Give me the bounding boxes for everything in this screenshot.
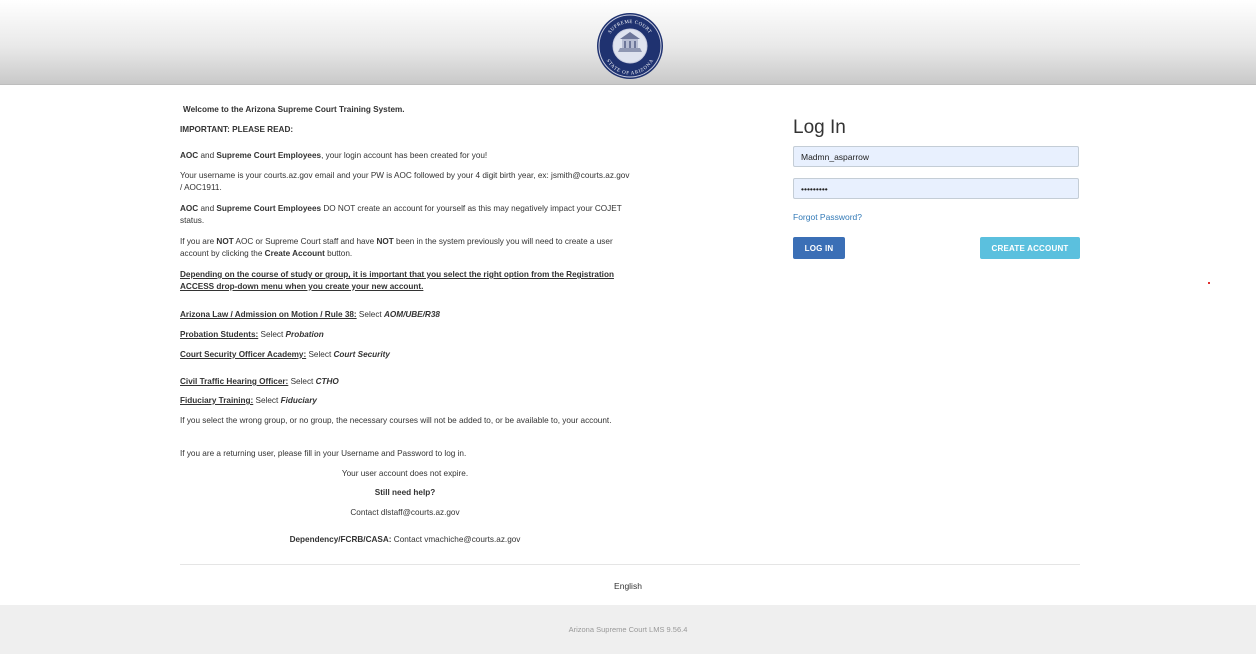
option-aom: Arizona Law / Admission on Motion / Rule… xyxy=(180,310,440,319)
employee-account-note: AOC and Supreme Court Employees, your lo… xyxy=(180,151,488,160)
supreme-court-seal-logo: SUPREME COURT STATE OF ARIZONA xyxy=(597,13,663,79)
option-court-security: Court Security Officer Academy: Select C… xyxy=(180,350,390,359)
username-instructions: Your username is your courts.az.gov emai… xyxy=(180,171,630,192)
forgot-password-link[interactable]: Forgot Password? xyxy=(793,212,862,222)
wrong-group-note: If you select the wrong group, or no gro… xyxy=(180,416,612,425)
important-heading: IMPORTANT: PLEASE READ: xyxy=(180,125,294,134)
help-heading: Still need help? xyxy=(374,488,436,497)
login-button[interactable]: LOG IN xyxy=(793,237,845,259)
create-account-button[interactable]: CREATE ACCOUNT xyxy=(980,237,1080,259)
language-selector[interactable]: English xyxy=(0,581,1256,591)
option-fiduciary: Fiduciary Training: Select Fiduciary xyxy=(180,396,317,405)
version-text: Arizona Supreme Court LMS 9.56.4 xyxy=(568,625,688,634)
account-expiry-note: Your user account does not expire. xyxy=(341,469,469,478)
username-input[interactable] xyxy=(793,146,1079,167)
registration-access-note: Depending on the course of study or grou… xyxy=(180,270,614,291)
dependency-contact: Dependency/FCRB/CASA: Contact vmachiche@… xyxy=(289,535,521,544)
no-account-warning: AOC and Supreme Court Employees DO NOT c… xyxy=(180,204,622,225)
returning-user-note: If you are a returning user, please fill… xyxy=(180,449,467,458)
stray-dot xyxy=(1208,282,1210,284)
header-banner: SUPREME COURT STATE OF ARIZONA xyxy=(0,0,1256,85)
new-user-instructions: If you are NOT AOC or Supreme Court staf… xyxy=(180,237,613,258)
divider xyxy=(180,564,1080,565)
login-title: Log In xyxy=(793,117,846,138)
option-ctho: Civil Traffic Hearing Officer: Select CT… xyxy=(180,377,339,386)
password-input[interactable] xyxy=(793,178,1079,199)
contact-support: Contact dlstaff@courts.az.gov xyxy=(350,508,460,517)
welcome-heading: Welcome to the Arizona Supreme Court Tra… xyxy=(183,105,405,114)
option-probation: Probation Students: Select Probation xyxy=(180,330,324,339)
footer: Arizona Supreme Court LMS 9.56.4 xyxy=(0,605,1256,654)
